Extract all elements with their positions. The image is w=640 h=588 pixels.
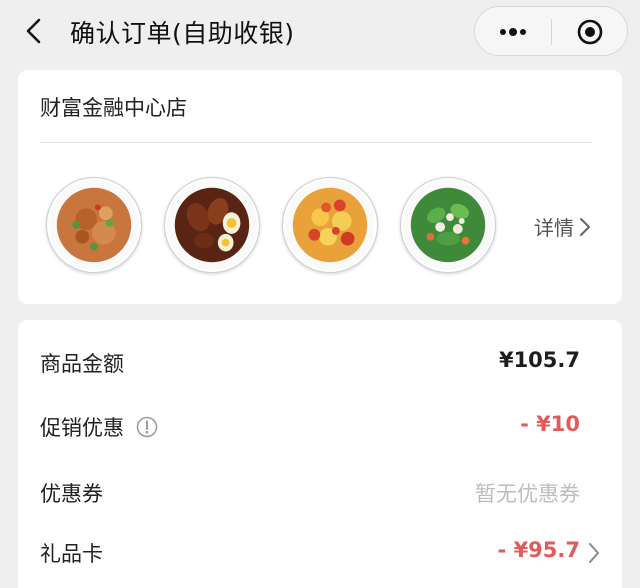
store-name: 财富金融中心店 bbox=[40, 96, 187, 120]
gift-card-label: 礼品卡 bbox=[40, 542, 103, 566]
more-dots-icon[interactable] bbox=[493, 20, 533, 44]
details-link[interactable]: 详情 bbox=[534, 212, 591, 241]
row-coupon[interactable]: 优惠券 暂无优惠券 bbox=[40, 476, 580, 510]
row-promotion: 促销优惠 - ¥10 bbox=[40, 410, 580, 444]
coupon-value: 暂无优惠券 bbox=[475, 482, 580, 506]
promotion-value: - ¥10 bbox=[520, 412, 580, 436]
row-goods-amount: 商品金额 ¥105.7 bbox=[40, 346, 580, 380]
navigation-bar: 确认订单(自助收银) bbox=[0, 0, 640, 62]
chevron-right-icon[interactable] bbox=[588, 542, 600, 564]
dish-image-braised-drumsticks bbox=[164, 177, 260, 273]
coupon-label: 优惠券 bbox=[40, 482, 103, 506]
goods-amount-value: ¥105.7 bbox=[498, 348, 580, 372]
page-title: 确认订单(自助收银) bbox=[70, 19, 295, 48]
dish-image-greens-mushroom bbox=[400, 177, 496, 273]
divider bbox=[40, 142, 592, 143]
chevron-left-icon[interactable] bbox=[22, 17, 48, 45]
store-card: 财富金融中心店 详情 bbox=[18, 70, 622, 304]
miniprogram-capsule bbox=[474, 6, 628, 56]
dish-image-tomato-egg bbox=[282, 177, 378, 273]
gift-card-value: - ¥95.7 bbox=[497, 538, 580, 562]
target-circle-icon[interactable] bbox=[575, 18, 605, 46]
row-gift-card[interactable]: 礼品卡 - ¥95.7 bbox=[40, 536, 599, 570]
dish-image-stir-fried-pork bbox=[46, 177, 142, 273]
price-summary-card: 商品金额 ¥105.7 促销优惠 - ¥10 优惠券 暂无优惠券 礼品卡 - ¥… bbox=[18, 320, 622, 588]
capsule-divider bbox=[551, 19, 552, 45]
chevron-right-icon bbox=[580, 217, 590, 236]
goods-amount-label: 商品金额 bbox=[40, 352, 124, 376]
promotion-label: 促销优惠 bbox=[40, 416, 124, 440]
details-label: 详情 bbox=[534, 216, 574, 240]
info-circle-icon[interactable] bbox=[136, 416, 158, 438]
